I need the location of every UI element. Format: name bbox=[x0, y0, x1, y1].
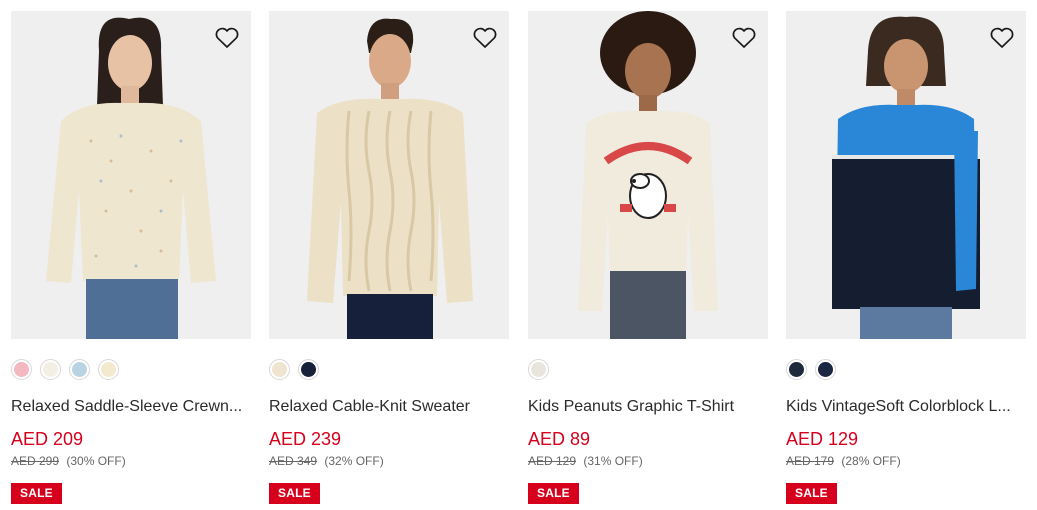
swatch-oatmeal[interactable] bbox=[98, 359, 119, 380]
product-image[interactable] bbox=[528, 11, 768, 339]
swatch-graphic-print[interactable] bbox=[528, 359, 549, 380]
sale-badge: SALE bbox=[11, 483, 62, 504]
product-card[interactable]: Kids VintageSoft Colorblock L... AED 129… bbox=[786, 11, 1026, 507]
sale-price: AED 209 bbox=[11, 429, 84, 449]
product-image[interactable] bbox=[11, 11, 251, 339]
color-swatches bbox=[528, 359, 549, 381]
original-price: AED 179 bbox=[786, 454, 835, 468]
color-swatches bbox=[269, 359, 319, 381]
heart-outline-icon[interactable] bbox=[214, 26, 240, 50]
swatch-light-blue[interactable] bbox=[69, 359, 90, 380]
original-price-row: AED 349 (32% OFF) bbox=[269, 454, 384, 468]
product-card[interactable]: Kids Peanuts Graphic T-Shirt AED 89 AED … bbox=[528, 11, 768, 507]
swatch-pink[interactable] bbox=[11, 359, 32, 380]
product-name[interactable]: Kids Peanuts Graphic T-Shirt bbox=[528, 397, 768, 417]
swatch-navy-blue[interactable] bbox=[815, 359, 836, 380]
man-cable-knit-sweater-photo bbox=[269, 11, 509, 339]
product-card[interactable]: Relaxed Cable-Knit Sweater AED 239 AED 3… bbox=[269, 11, 509, 507]
original-price-row: AED 299 (30% OFF) bbox=[11, 454, 126, 468]
discount-percent: (28% OFF) bbox=[841, 454, 901, 468]
sale-price: AED 89 bbox=[528, 429, 591, 449]
original-price-row: AED 179 (28% OFF) bbox=[786, 454, 901, 468]
sale-price: AED 129 bbox=[786, 429, 859, 449]
product-name[interactable]: Relaxed Cable-Knit Sweater bbox=[269, 397, 509, 417]
original-price: AED 349 bbox=[269, 454, 318, 468]
kid-peanuts-tshirt-photo bbox=[528, 11, 768, 339]
original-price: AED 299 bbox=[11, 454, 60, 468]
product-image[interactable] bbox=[269, 11, 509, 339]
heart-outline-icon[interactable] bbox=[731, 26, 757, 50]
sale-badge: SALE bbox=[528, 483, 579, 504]
swatch-navy[interactable] bbox=[298, 359, 319, 380]
swatch-navy-green[interactable] bbox=[786, 359, 807, 380]
sale-badge: SALE bbox=[786, 483, 837, 504]
sale-badge: SALE bbox=[269, 483, 320, 504]
product-name[interactable]: Kids VintageSoft Colorblock L... bbox=[786, 397, 1026, 417]
original-price: AED 129 bbox=[528, 454, 577, 468]
color-swatches bbox=[786, 359, 836, 381]
heart-outline-icon[interactable] bbox=[989, 26, 1015, 50]
product-grid: Relaxed Saddle-Sleeve Crewn... AED 209 A… bbox=[0, 0, 1037, 510]
heart-outline-icon[interactable] bbox=[472, 26, 498, 50]
kid-colorblock-sweater-photo bbox=[786, 11, 1026, 339]
discount-percent: (32% OFF) bbox=[324, 454, 384, 468]
woman-speckled-sweater-photo bbox=[11, 11, 251, 339]
original-price-row: AED 129 (31% OFF) bbox=[528, 454, 643, 468]
discount-percent: (31% OFF) bbox=[583, 454, 643, 468]
swatch-cream[interactable] bbox=[40, 359, 61, 380]
product-name[interactable]: Relaxed Saddle-Sleeve Crewn... bbox=[11, 397, 251, 417]
product-image[interactable] bbox=[786, 11, 1026, 339]
discount-percent: (30% OFF) bbox=[66, 454, 126, 468]
swatch-oatmeal[interactable] bbox=[269, 359, 290, 380]
product-card[interactable]: Relaxed Saddle-Sleeve Crewn... AED 209 A… bbox=[11, 11, 251, 507]
color-swatches bbox=[11, 359, 119, 381]
sale-price: AED 239 bbox=[269, 429, 342, 449]
